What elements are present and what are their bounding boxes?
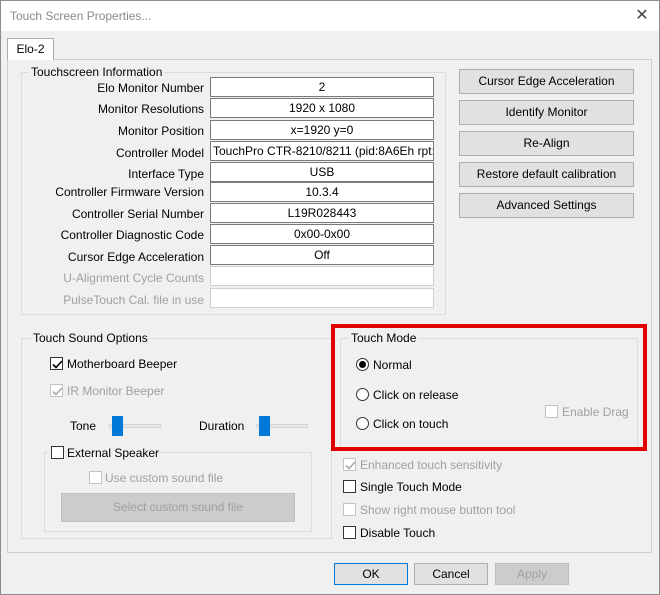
motherboard-beeper-checkbox[interactable]: [50, 357, 63, 370]
show-right-mouse-button-tool-checkbox[interactable]: [343, 503, 356, 516]
use-custom-sound-checkbox[interactable]: [89, 471, 102, 484]
field-cursor-edge-acceleration: Off: [210, 245, 434, 265]
identify-monitor-button[interactable]: Identify Monitor: [459, 100, 634, 125]
field-diagnostic-code: 0x00-0x00: [210, 224, 434, 244]
single-touch-mode-label: Single Touch Mode: [360, 480, 462, 494]
field-elo-monitor-number: 2: [210, 77, 434, 97]
show-right-mouse-button-tool-label: Show right mouse button tool: [360, 503, 516, 517]
ir-monitor-beeper-checkbox[interactable]: [50, 384, 63, 397]
label-cursor-edge-acceleration: Cursor Edge Acceleration: [67, 250, 204, 264]
duration-label: Duration: [199, 419, 245, 433]
disable-touch-label: Disable Touch: [360, 526, 436, 540]
field-monitor-position: x=1920 y=0: [210, 120, 434, 140]
external-speaker-label: External Speaker: [67, 446, 160, 460]
label-serial-number: Controller Serial Number: [71, 207, 204, 221]
cursor-edge-acceleration-button[interactable]: Cursor Edge Acceleration: [459, 69, 634, 94]
tone-slider[interactable]: [107, 415, 163, 437]
tab-elo-2[interactable]: Elo-2: [7, 38, 54, 60]
field-controller-model: TouchPro CTR-8210/8211 (pid:8A6Eh rpt:15…: [210, 141, 434, 161]
field-interface-type: USB: [210, 162, 434, 182]
touchscreen-info-title: Touchscreen Information: [29, 65, 165, 79]
field-serial-number: L19R028443: [210, 203, 434, 223]
external-speaker-checkbox[interactable]: [51, 446, 64, 459]
field-monitor-resolutions: 1920 x 1080: [210, 98, 434, 118]
advanced-settings-button[interactable]: Advanced Settings: [459, 193, 634, 218]
enhanced-touch-sensitivity-label: Enhanced touch sensitivity: [360, 458, 503, 472]
cancel-button[interactable]: Cancel: [414, 563, 488, 585]
title-bar[interactable]: Touch Screen Properties... ✕: [1, 1, 659, 31]
touch-sound-options-title: Touch Sound Options: [31, 331, 150, 345]
label-controller-model: Controller Model: [115, 146, 204, 160]
close-icon[interactable]: ✕: [631, 5, 653, 27]
disable-touch-checkbox[interactable]: [343, 526, 356, 539]
label-firmware-version: Controller Firmware Version: [55, 185, 204, 199]
restore-default-calibration-button[interactable]: Restore default calibration: [459, 162, 634, 187]
label-interface-type: Interface Type: [128, 167, 204, 181]
label-elo-monitor-number: Elo Monitor Number: [97, 81, 204, 95]
field-firmware-version: 10.3.4: [210, 182, 434, 202]
tone-label: Tone: [70, 419, 97, 433]
re-align-button[interactable]: Re-Align: [459, 131, 634, 156]
motherboard-beeper-label: Motherboard Beeper: [67, 357, 178, 371]
use-custom-sound-label: Use custom sound file: [105, 471, 224, 485]
label-diagnostic-code: Controller Diagnostic Code: [60, 228, 204, 242]
single-touch-mode-checkbox[interactable]: [343, 480, 356, 493]
enhanced-touch-sensitivity-checkbox[interactable]: [343, 458, 356, 471]
touch-mode-highlight-box: [331, 324, 647, 451]
label-monitor-resolutions: Monitor Resolutions: [97, 102, 204, 116]
field-pulsetouch-cal-file: [210, 288, 434, 308]
label-monitor-position: Monitor Position: [117, 124, 204, 138]
duration-slider-thumb[interactable]: [259, 416, 270, 436]
ok-button[interactable]: OK: [334, 563, 408, 585]
ir-monitor-beeper-label: IR Monitor Beeper: [67, 384, 165, 398]
label-u-alignment-cycle-counts: U-Alignment Cycle Counts: [63, 271, 204, 285]
label-pulsetouch-cal-file: PulseTouch Cal. file in use: [63, 293, 204, 307]
duration-slider[interactable]: [254, 415, 310, 437]
apply-button[interactable]: Apply: [495, 563, 569, 585]
tone-slider-thumb[interactable]: [112, 416, 123, 436]
field-u-alignment-cycle-counts: [210, 266, 434, 286]
select-custom-sound-file-button[interactable]: Select custom sound file: [61, 493, 295, 522]
window-title: Touch Screen Properties...: [10, 9, 152, 23]
